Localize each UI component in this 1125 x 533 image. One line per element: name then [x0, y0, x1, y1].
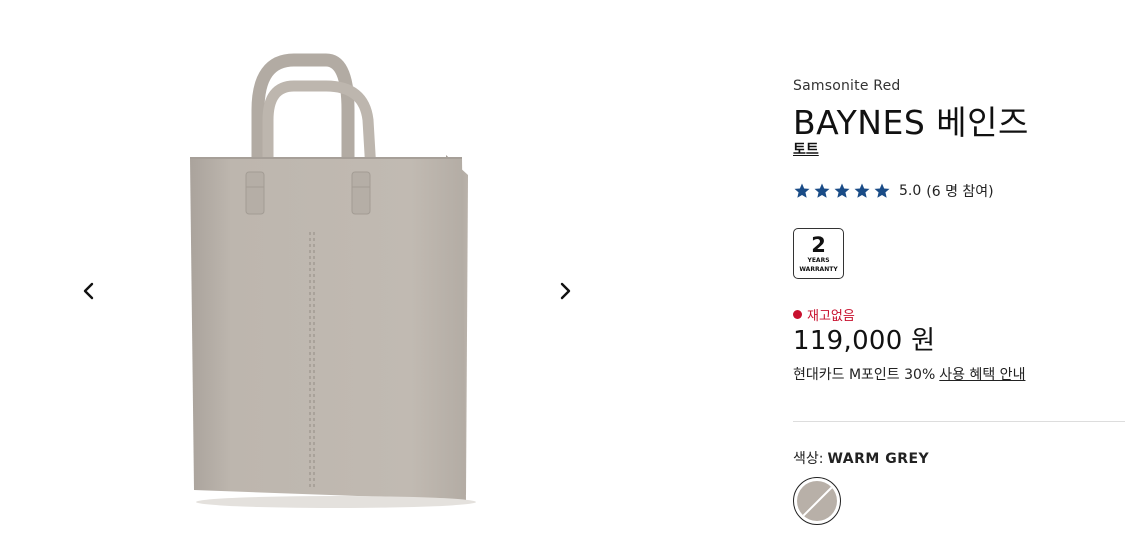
warranty-years: 2 [811, 232, 826, 257]
warranty-label-years: YEARS [807, 256, 830, 264]
chevron-right-icon [560, 282, 571, 300]
product-gallery [0, 0, 660, 533]
rating-stars [793, 182, 891, 200]
product-title: BAYNES 베인즈 [793, 103, 1029, 142]
star-icon [874, 183, 890, 198]
star-icon [834, 183, 850, 198]
promo-info: 현대카드 M포인트 30% 사용 혜택 안내 [793, 364, 1025, 384]
category-link[interactable]: 토트 [793, 139, 819, 159]
product-info: Samsonite Red BAYNES 베인즈 토트 5.0 (6 명 참여)… [793, 0, 1125, 533]
warranty-label-warranty: WARRANTY [799, 265, 838, 273]
gallery-next-button[interactable] [550, 276, 580, 306]
promo-text: 현대카드 M포인트 30% [793, 367, 936, 383]
warranty-badge: 2 YEARS WARRANTY [793, 228, 844, 279]
star-icon [854, 183, 870, 198]
swatch-unavailable-icon [797, 481, 837, 521]
color-selection: 색상: WARM GREY [793, 448, 929, 468]
chevron-left-icon [83, 282, 94, 300]
rating[interactable]: 5.0 (6 명 참여) [793, 181, 994, 201]
color-value: WARM GREY [827, 451, 930, 467]
rating-count: (6 명 참여) [926, 184, 994, 200]
rating-value: 5.0 [899, 183, 922, 199]
promo-benefit-link[interactable]: 사용 혜택 안내 [939, 367, 1025, 383]
star-icon [794, 183, 810, 198]
brand-name: Samsonite Red [793, 78, 901, 94]
star-icon [814, 183, 830, 198]
divider [793, 421, 1125, 422]
stock-dot-icon [793, 310, 802, 319]
product-image [190, 53, 476, 508]
color-label: 색상: [793, 451, 824, 467]
gallery-prev-button[interactable] [74, 276, 104, 306]
product-price: 119,000 원 [793, 326, 936, 356]
color-swatch-warm-grey[interactable] [793, 477, 841, 525]
